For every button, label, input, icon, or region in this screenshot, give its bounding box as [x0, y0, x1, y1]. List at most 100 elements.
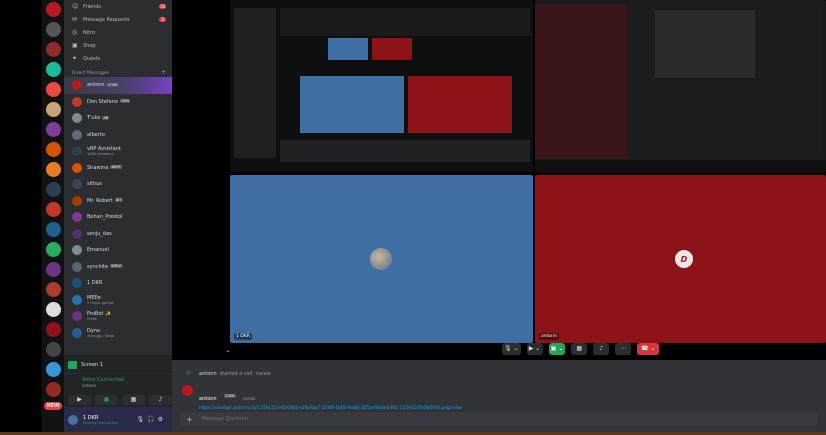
dm-name: Mr. Robert DIT [87, 198, 123, 204]
dm-name-text: sithus [87, 181, 102, 188]
share-screen-button[interactable]: ▣ ⌄ [548, 343, 566, 355]
dm-item[interactable]: alberto [64, 127, 172, 144]
server-icon[interactable] [45, 102, 61, 117]
dm-item[interactable]: Bohan_Prestol [64, 209, 172, 226]
avatar [72, 195, 82, 206]
message-requests-icon: ✉ [72, 16, 78, 23]
more-button[interactable]: ⋯ [615, 343, 632, 355]
server-icon[interactable] [45, 182, 61, 197]
avatar [72, 228, 82, 239]
user-status: Sharing their screen [83, 420, 119, 425]
dm-item[interactable]: ProBot ✨ Prefix [64, 308, 172, 325]
server-icon[interactable] [45, 62, 61, 77]
dm-name: 1 DKR [87, 280, 102, 286]
nav-item[interactable]: ▣ Shop [64, 39, 172, 52]
dm-item[interactable]: sithus [64, 176, 172, 193]
nav-item[interactable]: ☺ Friends 10 [64, 0, 172, 13]
activities-button[interactable]: ▦ [571, 343, 588, 355]
nitro-icon: ◎ [72, 29, 78, 36]
server-icon[interactable] [45, 362, 61, 377]
participant-tile[interactable]: D antonn [535, 175, 826, 343]
server-icon[interactable] [45, 142, 61, 157]
activities-button[interactable]: ▦ [122, 395, 145, 405]
share-screen-button[interactable]: ▣ [95, 395, 118, 405]
avatar [72, 278, 82, 289]
server-icon[interactable] [45, 42, 61, 57]
server-icon[interactable] [45, 22, 61, 37]
dm-item[interactable]: synchite SMILE [64, 259, 172, 276]
camera-button[interactable]: ▶ ⌄ [526, 343, 543, 355]
message-author[interactable]: antonn [199, 396, 217, 402]
nav-label: Friends [83, 3, 101, 10]
screen-share-row[interactable]: Screen 1 [64, 356, 172, 374]
dm-item[interactable]: vRP Assistant 1086 members [64, 143, 172, 160]
stream-panel [234, 8, 276, 158]
dm-name-text: Mr. Robert [87, 197, 113, 204]
server-icon[interactable] [45, 162, 61, 177]
dm-header: Direct Messages + [64, 65, 172, 77]
nav-item[interactable]: ✉ Message Requests 3 [64, 13, 172, 26]
nav-label: Message Requests [83, 16, 130, 23]
server-icon[interactable] [45, 242, 61, 257]
avatar[interactable] [182, 385, 193, 396]
dm-item[interactable]: Dyno dyno.gg | Tower [64, 325, 172, 342]
add-attachment-icon[interactable]: + [186, 415, 193, 424]
dm-item[interactable]: Emanuel [64, 242, 172, 259]
mic-icon[interactable]: 🎙 [136, 416, 144, 423]
user-panel: 1 DKR Sharing their screen 🎙 🎧 ⚙ [64, 407, 172, 432]
dm-item[interactable]: MEEe 2 music games [64, 292, 172, 309]
system-author[interactable]: antonn [199, 371, 217, 377]
nav-item[interactable]: ◎ Nitro [64, 26, 172, 39]
participant-name: 1 DKR [234, 333, 252, 340]
headphones-icon[interactable]: 🎧 [147, 416, 154, 423]
author-tag: CODE [223, 393, 236, 398]
user-tag: SMILE [110, 264, 123, 269]
dm-name-text: senju_das [87, 230, 112, 237]
stream-thumb-blue [328, 38, 368, 60]
count-badge: 10 [159, 4, 166, 9]
dm-item[interactable]: 1 DKR [64, 275, 172, 292]
dm-item[interactable]: antonn CODE [64, 77, 172, 94]
gear-icon[interactable]: ⚙ [158, 416, 163, 423]
dm-item[interactable]: Don Stefano DON [64, 94, 172, 111]
stream-tile[interactable] [230, 0, 533, 172]
avatar[interactable] [68, 414, 78, 425]
dm-item[interactable]: Mr. Robert DIT [64, 193, 172, 210]
server-icon[interactable] [45, 262, 61, 277]
camera-button[interactable]: ▶ [68, 395, 91, 405]
chevron-down-icon[interactable]: ⌄ [225, 346, 231, 354]
soundboard-button[interactable]: ♪ [593, 343, 610, 355]
dm-item[interactable]: T'uko AR [64, 110, 172, 127]
dm-name: Bohan_Prestol [87, 214, 122, 220]
dm-name: synchite SMILE [87, 264, 123, 270]
user-tag: CODE [106, 82, 119, 87]
nav-list: ☺ Friends 10 ✉ Message Requests 3 ◎ Nitro ▣ Shop ✦… [64, 0, 172, 65]
mic-button[interactable]: 🎙 ⌄ [502, 343, 521, 355]
voice-channel[interactable]: antonn [64, 383, 172, 388]
home-icon[interactable] [45, 2, 61, 17]
dm-item[interactable]: senju_das [64, 226, 172, 243]
server-icon[interactable] [45, 322, 61, 337]
message: antonn CODE narew https://shedge.antonn.… [182, 385, 462, 411]
disconnect-button[interactable]: ☎ ⌄ [637, 343, 660, 355]
nav-item[interactable]: ✦ Quests [64, 52, 172, 65]
server-icon[interactable] [45, 222, 61, 237]
dm-item[interactable]: Shawma DEEP [64, 160, 172, 177]
avatar [72, 162, 82, 173]
server-icon[interactable] [45, 282, 61, 297]
message-link[interactable]: https://shedge.antonn.co/1159151fe0b0f44… [199, 406, 462, 411]
server-icon[interactable] [45, 382, 61, 397]
participant-tile[interactable]: 1 DKR [230, 175, 533, 343]
add-dm-icon[interactable]: + [161, 69, 166, 76]
server-icon[interactable] [45, 82, 61, 97]
stream-tile[interactable] [535, 0, 826, 172]
soundboard-button[interactable]: ♪ [149, 395, 172, 405]
dm-name-text: 1 DKR [87, 280, 103, 287]
message-input[interactable]: + Message @antonn [180, 412, 818, 426]
server-icon[interactable] [45, 202, 61, 217]
server-icon[interactable] [45, 342, 61, 357]
avatar [72, 96, 82, 107]
server-icon[interactable] [45, 122, 61, 137]
nav-label: Quests [83, 55, 101, 62]
server-icon[interactable] [45, 302, 61, 317]
